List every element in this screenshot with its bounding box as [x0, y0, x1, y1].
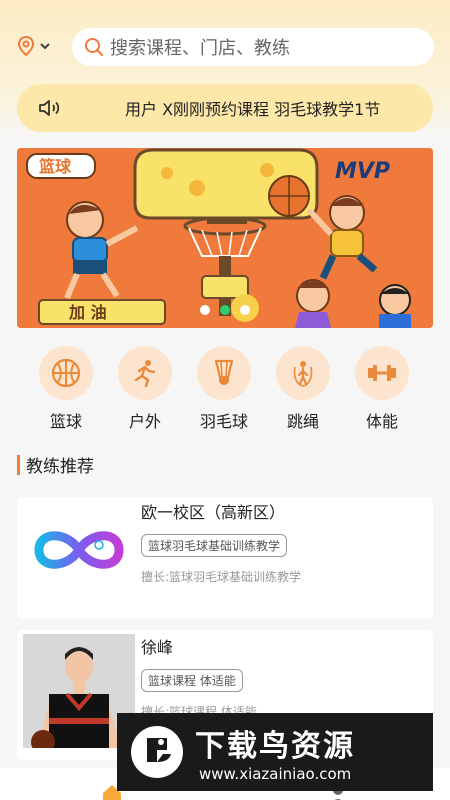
coach-name: 欧一校区（高新区）: [141, 503, 286, 522]
category-label: 篮球: [49, 412, 82, 431]
coach-tag: 篮球课程 体适能: [141, 669, 243, 692]
section-accent-bar: [17, 454, 20, 475]
watermark-title: 下载鸟资源: [195, 729, 355, 764]
shuttlecock-icon: [214, 359, 234, 385]
category-jump-rope[interactable]: 跳绳: [271, 346, 335, 432]
category-icon-bg: [276, 346, 330, 400]
bird-logo-icon: [131, 726, 183, 778]
location-pin-icon: [17, 36, 35, 56]
pagination-dot-active[interactable]: [220, 305, 230, 315]
pagination-dot[interactable]: [240, 305, 250, 315]
coach-tag: 篮球羽毛球基础训练教学: [141, 534, 288, 557]
dumbbell-icon: [368, 365, 396, 381]
category-outdoor[interactable]: 户外: [113, 346, 177, 432]
running-icon: [134, 360, 156, 388]
search-placeholder: 搜索课程、门店、教练: [110, 38, 290, 59]
coach-card[interactable]: 欧一校区（高新区） 篮球羽毛球基础训练教学 擅长:篮球羽毛球基础训练教学: [17, 497, 433, 619]
banner-badge: 篮球: [38, 157, 72, 176]
category-icon-bg: [197, 346, 251, 400]
coach-skill: 擅长:篮球羽毛球基础训练教学: [141, 570, 302, 584]
search-bar[interactable]: 搜索课程、门店、教练: [72, 28, 434, 66]
notice-bar[interactable]: 用户 X刚刚预约课程 羽毛球教学1节: [17, 84, 433, 132]
promo-banner[interactable]: MVP 篮球 加 油: [17, 148, 433, 328]
watermark: 下载鸟资源 www.xiazainiao.com: [117, 713, 433, 791]
category-label: 体能: [365, 412, 398, 431]
category-icon-bg: [39, 346, 93, 400]
speaker-icon: [39, 100, 60, 116]
infinity-logo-icon: [34, 531, 124, 569]
jump-rope-icon: [293, 361, 313, 387]
category-badminton[interactable]: 羽毛球: [192, 346, 256, 432]
category-icon-bg: [118, 346, 172, 400]
mvp-text: MVP: [335, 159, 390, 184]
category-icon-bg: [355, 346, 409, 400]
category-label: 羽毛球: [199, 412, 248, 431]
category-fitness[interactable]: 体能: [350, 346, 414, 432]
category-label: 户外: [128, 412, 161, 431]
notice-text: 用户 X刚刚预约课程 羽毛球教学1节: [125, 100, 381, 119]
category-grid: 篮球 户外 羽毛球 跳绳 体能: [17, 346, 433, 436]
banner-illustration: MVP 篮球 加 油: [17, 148, 433, 328]
category-label: 跳绳: [286, 412, 319, 431]
category-basketball[interactable]: 篮球: [34, 346, 98, 432]
cheer-text: 加 油: [68, 303, 107, 322]
search-icon: [85, 38, 103, 56]
header: 搜索课程、门店、教练: [0, 22, 450, 72]
watermark-url: www.xiazainiao.com: [199, 765, 352, 783]
coach-name: 徐峰: [141, 638, 174, 657]
chevron-down-icon: [40, 43, 50, 50]
section-title: 教练推荐: [26, 457, 94, 477]
basketball-icon: [51, 358, 81, 388]
pagination-dot[interactable]: [200, 305, 210, 315]
section-header: 教练推荐: [17, 452, 94, 477]
banner-pagination: [200, 305, 250, 315]
location-selector[interactable]: [17, 36, 51, 56]
